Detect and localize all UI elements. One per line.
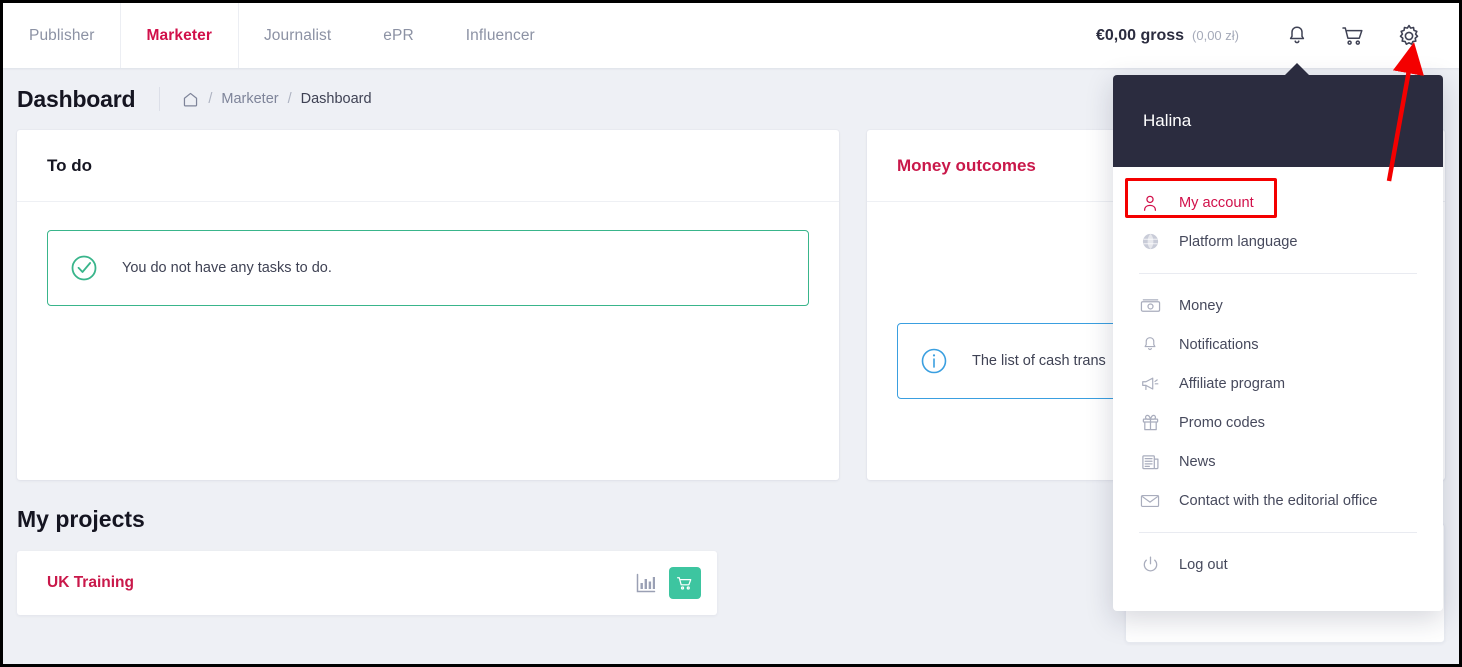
home-icon[interactable] (182, 91, 199, 108)
dropdown-user-header: Halina (1113, 75, 1443, 167)
tab-influencer-label: Influencer (465, 26, 535, 44)
menu-item-contact-editorial-office[interactable]: Contact with the editorial office (1113, 481, 1443, 520)
tab-publisher[interactable]: Publisher (3, 3, 121, 68)
tab-journalist-label: Journalist (263, 26, 332, 44)
tab-publisher-label: Publisher (29, 26, 95, 44)
project-buy-button[interactable] (669, 567, 701, 599)
cart-icon (1342, 26, 1363, 45)
envelope-icon (1139, 493, 1161, 509)
top-bar-right-cluster: €0,00 gross (0,00 zł) (1096, 3, 1459, 68)
menu-item-affiliate-program[interactable]: Affiliate program (1113, 364, 1443, 403)
balance-main: €0,00 gross (1095, 26, 1185, 44)
globe-icon (1139, 232, 1161, 251)
tab-influencer[interactable]: Influencer (440, 3, 561, 68)
header-divider (159, 87, 161, 111)
user-icon (1139, 194, 1161, 212)
no-tasks-alert: You do not have any tasks to do. (47, 230, 809, 306)
bell-icon (1289, 25, 1305, 43)
menu-item-my-account-label: My account (1179, 194, 1254, 211)
bell-icon (1139, 335, 1161, 354)
menu-item-promo-codes-label: Promo codes (1179, 414, 1265, 431)
tab-epr-label: ePR (383, 26, 414, 44)
menu-item-log-out-label: Log out (1179, 556, 1228, 573)
gear-icon (1399, 24, 1419, 45)
dropdown-caret (1283, 63, 1311, 77)
info-circle-icon (918, 345, 950, 377)
balance-display: €0,00 gross (0,00 zł) (1096, 27, 1239, 45)
menu-item-promo-codes[interactable]: Promo codes (1113, 403, 1443, 442)
dropdown-user-name: Halina (1143, 111, 1192, 130)
tab-epr[interactable]: ePR (357, 3, 439, 68)
project-actions (635, 567, 701, 599)
tab-marketer[interactable]: Marketer (120, 3, 238, 68)
todo-card-title: To do (47, 155, 92, 175)
power-icon (1139, 555, 1161, 574)
breadcrumb-separator-2: / (287, 91, 292, 107)
menu-item-platform-language[interactable]: Platform language (1113, 222, 1443, 261)
dropdown-separator-1 (1139, 273, 1417, 274)
breadcrumb-current: Dashboard (300, 91, 372, 107)
breadcrumb-separator-1: / (208, 91, 213, 107)
menu-item-platform-language-label: Platform language (1179, 233, 1298, 250)
menu-item-news-label: News (1179, 453, 1216, 470)
tab-marketer-label: Marketer (146, 26, 212, 44)
project-row[interactable]: UK Training (17, 551, 717, 615)
menu-item-log-out[interactable]: Log out (1113, 545, 1443, 584)
newspaper-icon (1139, 453, 1161, 471)
tab-journalist[interactable]: Journalist (238, 3, 357, 68)
page-title: Dashboard (17, 85, 136, 112)
money-card-title: Money outcomes (897, 155, 1036, 175)
account-dropdown-menu: Halina My account Platform language Mone… (1113, 75, 1443, 611)
dropdown-separator-2 (1139, 532, 1417, 533)
menu-item-notifications[interactable]: Notifications (1113, 325, 1443, 364)
breadcrumb-item-marketer[interactable]: Marketer (221, 91, 278, 107)
menu-item-money[interactable]: Money (1113, 286, 1443, 325)
todo-card-body: You do not have any tasks to do. (17, 202, 839, 336)
menu-item-notifications-label: Notifications (1179, 336, 1259, 353)
gift-icon (1139, 413, 1161, 432)
breadcrumb: / Marketer / Dashboard (182, 91, 372, 108)
todo-card-header: To do (17, 130, 839, 202)
top-navigation-bar: Publisher Marketer Journalist ePR Influe… (3, 3, 1459, 68)
menu-item-contact-editorial-office-label: Contact with the editorial office (1179, 492, 1378, 509)
megaphone-icon (1139, 375, 1161, 393)
notifications-bell-button[interactable] (1269, 8, 1325, 64)
dropdown-item-list: My account Platform language Money Notif… (1113, 167, 1443, 594)
menu-item-my-account[interactable]: My account (1113, 183, 1443, 222)
check-circle-icon (68, 252, 100, 284)
balance-sub: (0,00 zł) (1192, 27, 1239, 43)
banknote-icon (1139, 297, 1161, 315)
project-name[interactable]: UK Training (47, 574, 134, 592)
cash-transactions-info-text: The list of cash trans (972, 353, 1106, 369)
role-tabs: Publisher Marketer Journalist ePR Influe… (3, 3, 561, 68)
settings-gear-button[interactable] (1381, 8, 1437, 64)
todo-card: To do You do not have any tasks to do. (17, 130, 839, 480)
menu-item-affiliate-program-label: Affiliate program (1179, 375, 1285, 392)
cart-icon (677, 576, 692, 590)
menu-item-money-label: Money (1179, 297, 1223, 314)
menu-item-news[interactable]: News (1113, 442, 1443, 481)
cart-button[interactable] (1325, 8, 1381, 64)
no-tasks-alert-text: You do not have any tasks to do. (122, 260, 332, 276)
screenshot-viewport: Publisher Marketer Journalist ePR Influe… (0, 0, 1462, 667)
bar-chart-icon[interactable] (635, 572, 657, 594)
